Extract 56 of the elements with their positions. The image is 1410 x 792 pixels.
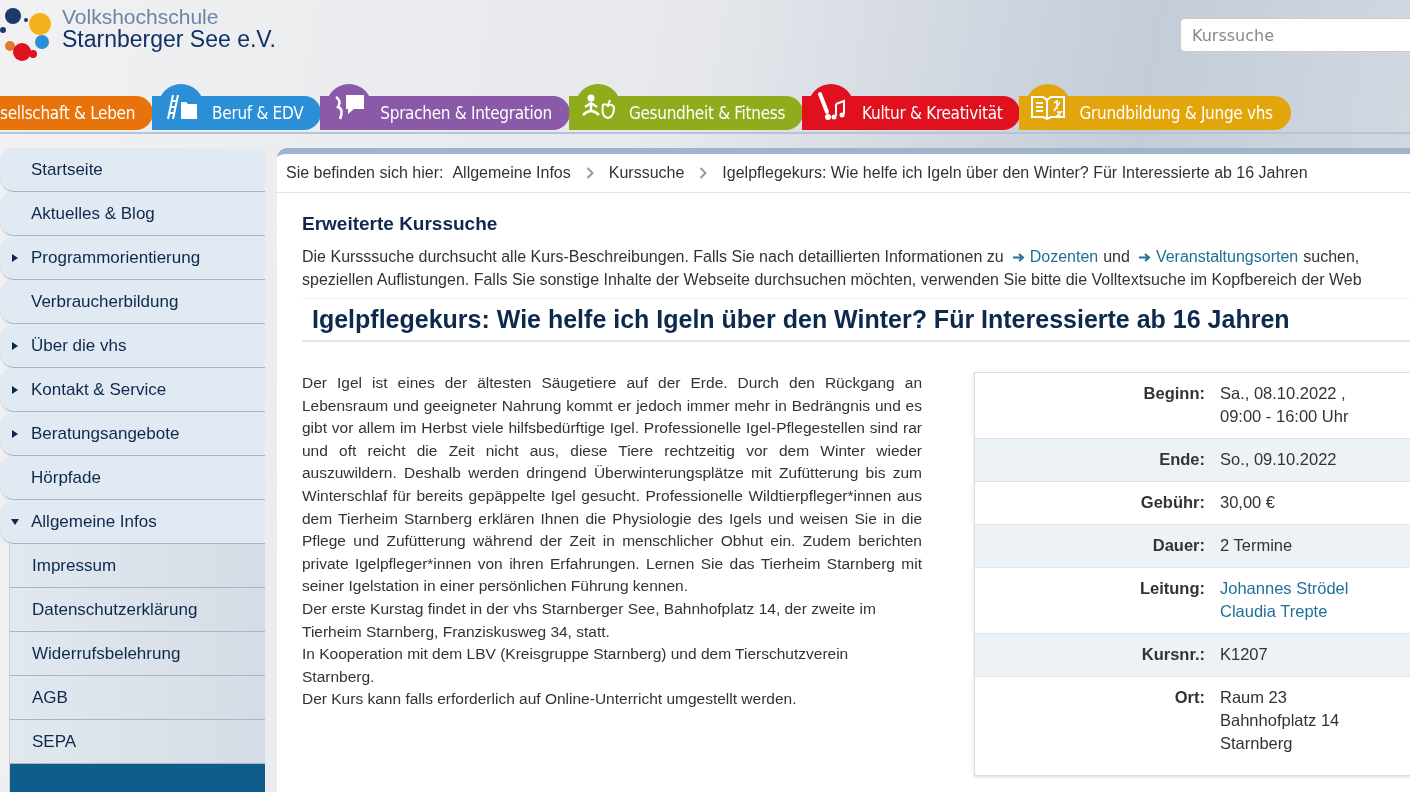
description-paragraph: Der Kurs kann falls erforderlich auf Online-Unterricht umgestellt werden. — [302, 689, 798, 710]
sidebar-subitem[interactable]: Widerrufsbelehrung — [9, 632, 265, 676]
detail-value: K1207 — [1220, 644, 1268, 665]
info-text: suchen, — [1303, 247, 1360, 267]
sidebar-subitem[interactable]: AGB — [9, 676, 265, 720]
description-paragraph: Der Igel ist eines der ältesten Säugetiere auf der Erde. Durch den Rückgang an Lebensraum und geeigneter Nahrung kommt er jedoch immer mehr in Bedrängnis und es gibt vor allem im Herbst viele hilfsbedürftige Igel. Professionelle Igel-Pflegestellen sind rar und oft reicht die Zeit nicht aus, diese Tiere rechtzeitig vor dem Winter wieder auszuwildern. Deshalb werden dringend Überwinterungsplätze mit Zufütterung bis zum Winterschlaf für bereits gepäppelte Igel gesucht. Professionelle Wildtierpfleger*innen aus dem Tierheim Starnberg erklären Ihnen die Physiologie des Igels und weisen Sie in die Pflege und Zufütterung während der Zeit in menschlicher Obhut ein. Zudem berichten private Igelpfleger*innen von ihren Erfahrungen. Lernen Sie das Tierheim Starnberg mit seiner Igelstation in einer persönlichen Führung kennen. — [302, 373, 922, 597]
course-title: Igelpflegekurs: Wie helfe ich Igeln über den Winter? Für Interessierte ab 16 Jahren — [302, 299, 1410, 342]
logo-title: Starnberger See e.V. — [62, 28, 276, 50]
info-text: und — [1103, 247, 1130, 267]
detail-label: Dauer: — [1151, 535, 1205, 556]
detail-value: So., 09.10.2022 — [1220, 449, 1337, 470]
breadcrumb-link[interactable]: Allgemeine Infos — [452, 164, 571, 182]
info-text: Die Kursssuche durchsucht alle Kurs-Beschreibungen. Falls Sie nach detaillierten Informationen zu — [302, 247, 1004, 267]
detail-value: Bahnhofplatz 14 — [1220, 710, 1340, 731]
detail-label: Leitung: — [1138, 578, 1205, 599]
logo-icon — [0, 6, 52, 64]
arrow-icon — [1012, 253, 1025, 262]
breadcrumb-link[interactable]: Igelpflegekurs: Wie helfe ich Igeln über den Winter? Für Interessierte ab 16 Jahren — [722, 164, 1308, 182]
sidebar-item[interactable]: Startseite — [0, 148, 265, 192]
detail-label: Kursnr.: — [1140, 644, 1205, 665]
detail-label: Beginn: — [1142, 383, 1205, 404]
sidebar-item[interactable]: Über die vhs — [0, 324, 265, 368]
info-link[interactable]: Dozenten — [1012, 245, 1099, 268]
detail-label: Ende: — [1158, 449, 1205, 470]
detail-value: 2 Termine — [1220, 535, 1293, 556]
arrow-icon — [1138, 253, 1151, 262]
sidebar-subitem[interactable]: Impressum — [9, 544, 265, 588]
description-paragraph: In Kooperation mit dem LBV (Kreisgruppe Starnberg) und dem Tierschutzverein Starnberg. — [302, 644, 850, 687]
sidebar-item[interactable]: Beratungsangebote — [0, 412, 265, 456]
detail-value: 30,00 € — [1220, 492, 1276, 513]
sidebar-item[interactable]: Aktuelles & Blog — [0, 192, 265, 236]
info-text: speziellen Auflistungen. Falls Sie sonstige Inhalte der Webseite durchsuchen möchten, verwenden Sie bitte die Volltextsuche im Kopfbereich der Web — [302, 270, 1362, 290]
sidebar-item[interactable]: Kontakt & Service — [0, 368, 265, 412]
detail-link[interactable]: Claudia Trepte — [1220, 600, 1349, 623]
sidebar-item[interactable]: Hörpfade — [0, 456, 265, 500]
search-field[interactable]: Kurssuche — [1180, 18, 1410, 52]
sidebar-item[interactable]: Programmorientierung — [0, 236, 265, 280]
info-link[interactable]: Veranstaltungsorten — [1138, 245, 1299, 268]
breadcrumb-link[interactable]: Kurssuche — [608, 164, 685, 182]
breadcrumb-prefix: Sie befinden sich hier: — [286, 164, 444, 182]
chevron-icon — [699, 167, 708, 179]
detail-value: Sa., 08.10.2022 , — [1220, 383, 1347, 404]
detail-label: Ort: — [1173, 687, 1205, 708]
sidebar-subitem[interactable]: Datenschutzerklärung — [9, 588, 265, 632]
sidebar-subitem[interactable]: SEPA — [9, 720, 265, 764]
detail-value: Starnberg — [1220, 733, 1294, 754]
chevron-icon — [585, 167, 594, 179]
sidebar-item[interactable]: Verbraucherbildung — [0, 280, 265, 324]
detail-value: Raum 23 — [1220, 687, 1288, 708]
detail-link[interactable]: Johannes Strödel — [1220, 577, 1349, 600]
sidebar-item[interactable]: Allgemeine Infos — [0, 500, 265, 544]
section-heading: Erweiterte Kurssuche — [302, 213, 499, 235]
description-paragraph: Der erste Kurstag findet in der vhs Starnberger See, Bahnhofplatz 14, der zweite im Tierheim Starnberg, Franziskusweg 34, statt. — [302, 598, 877, 642]
detail-label: Gebühr: — [1139, 492, 1205, 513]
detail-value: 09:00 - 16:00 Uhr — [1220, 406, 1349, 427]
logo-subtitle: Volkshochschule — [62, 6, 220, 28]
